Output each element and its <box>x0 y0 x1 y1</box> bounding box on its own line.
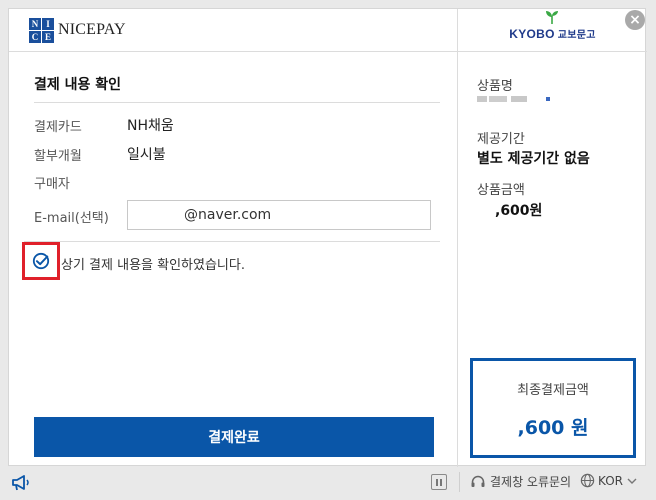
nicepay-logo-icon: N I C E <box>29 17 54 43</box>
language-selector[interactable]: KOR <box>580 473 638 488</box>
period-label: 제공기간 <box>477 132 525 147</box>
card-row: 결제카드 NH채움 <box>34 115 174 135</box>
period-value: 별도 제공기간 없음 <box>477 151 590 167</box>
email-label: E-mail(선택) <box>34 211 109 226</box>
email-input[interactable]: @naver.com <box>127 200 431 230</box>
payment-details-panel: N I C E NICEPAY 결제 내용 확인 결제카드 NH채움 할부개월 … <box>9 9 458 467</box>
merchant-header: KYOBO 교보문고 <box>458 9 647 52</box>
installment-value: 일시불 <box>127 147 166 163</box>
email-row: E-mail(선택) <box>34 207 127 226</box>
redaction-mark <box>546 97 550 101</box>
help-label: 결제창 오류문의 <box>490 475 572 489</box>
product-label: 상품명 <box>477 79 513 94</box>
footer-divider <box>459 472 460 492</box>
language-label: KOR <box>598 473 623 488</box>
sprout-icon <box>546 10 559 24</box>
order-summary-panel: KYOBO 교보문고 상품명 제공기간 별도 제공기간 없음 상품금액 ,600원… <box>458 9 647 467</box>
card-value: NH채움 <box>127 118 174 134</box>
buyer-row: 구매자 <box>34 173 127 192</box>
confirm-label[interactable]: 상기 결제 내용을 확인하였습니다. <box>61 254 245 273</box>
kyobo-logo: KYOBO 교보문고 <box>509 10 596 41</box>
price-value: ,600원 <box>495 203 543 219</box>
total-value: ,600 원 <box>517 417 589 439</box>
confirm-checkbox[interactable] <box>22 242 60 280</box>
total-label: 최종결제금액 <box>517 383 589 398</box>
pay-complete-button[interactable]: 결제완료 <box>34 417 434 457</box>
total-amount-box: 최종결제금액 ,600 원 <box>470 358 636 458</box>
divider <box>34 102 440 103</box>
installment-row: 할부개월 일시불 <box>34 144 166 164</box>
check-circle-icon <box>32 252 50 270</box>
buyer-label: 구매자 <box>34 177 70 192</box>
headset-icon <box>471 475 485 487</box>
megaphone-icon[interactable] <box>11 475 31 491</box>
card-label: 결제카드 <box>34 119 82 135</box>
section-title: 결제 내용 확인 <box>34 77 122 93</box>
pg-header: N I C E NICEPAY <box>9 9 457 52</box>
chevron-down-icon <box>627 478 637 484</box>
price-label: 상품금액 <box>477 183 525 198</box>
pg-name: NICEPAY <box>58 21 126 38</box>
error-inquiry-link[interactable]: 결제창 오류문의 <box>470 473 571 490</box>
divider <box>24 241 440 242</box>
payment-modal: × N I C E NICEPAY 결제 내용 확인 결제카드 NH채움 할부개… <box>8 8 647 467</box>
footer-bar: 결제창 오류문의 KOR <box>0 466 656 500</box>
pause-icon[interactable] <box>431 474 447 490</box>
globe-icon <box>580 473 595 488</box>
installment-label: 할부개월 <box>34 148 82 164</box>
